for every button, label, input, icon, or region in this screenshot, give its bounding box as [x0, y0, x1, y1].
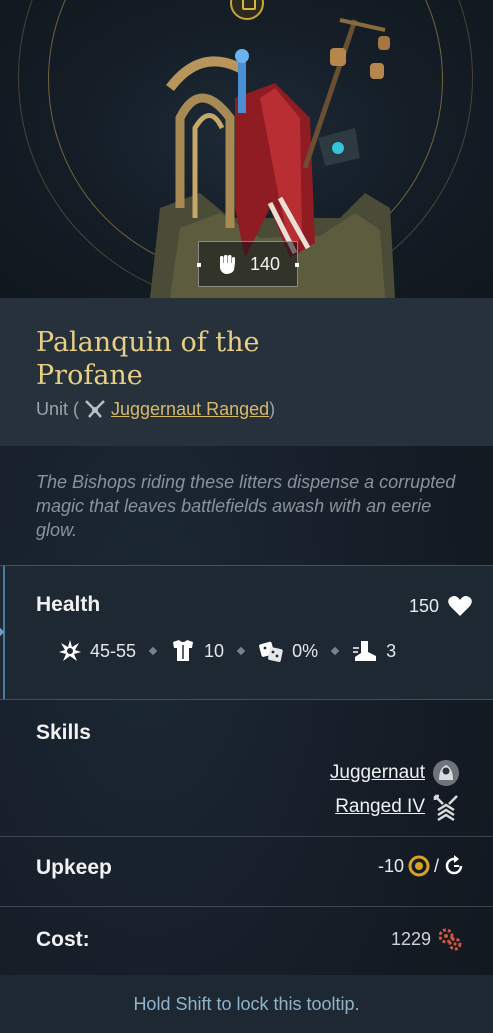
damage-burst-icon: [59, 640, 81, 661]
divider: [0, 906, 493, 907]
stats-section: Health 150 45-55 10 0% 3: [0, 565, 493, 700]
stat-separator: [330, 646, 340, 656]
tooltip-hint: Hold Shift to lock this tooltip.: [0, 975, 493, 1033]
stat-separator: [236, 646, 246, 656]
skill-ranged[interactable]: Ranged IV: [335, 792, 461, 822]
unit-type-prefix: Unit (: [36, 398, 80, 419]
juggernaut-ranged-icon: [85, 400, 105, 418]
skills-label: Skills: [36, 721, 91, 744]
damage-value: 45-55: [90, 640, 137, 661]
production-gears-icon: [438, 928, 462, 951]
gold-coin-icon: [408, 855, 430, 877]
power-badge: 140: [197, 241, 299, 287]
badge-corner: [295, 263, 299, 267]
damage-stat[interactable]: 45-55: [58, 639, 136, 663]
heart-icon: [448, 596, 472, 616]
stat-row: 45-55 10 0% 3: [58, 638, 396, 664]
juggernaut-icon: [433, 760, 459, 786]
movement-value: 3: [386, 640, 397, 661]
badge-corner: [197, 263, 201, 267]
upkeep-value: -10 /: [378, 855, 465, 877]
ranged-icon: [433, 794, 458, 822]
cost-value: 1229: [391, 927, 463, 951]
movement-stat[interactable]: 3: [352, 639, 396, 663]
health-number: 150: [408, 595, 439, 616]
stat-separator: [148, 646, 158, 656]
flavor-text: The Bishops riding these litters dispens…: [36, 472, 456, 540]
unit-tooltip: 140 Palanquin of the Profane Unit ( Jugg…: [0, 0, 493, 1033]
power-value: 140: [249, 253, 281, 274]
skill-juggernaut[interactable]: Juggernaut: [330, 758, 461, 788]
unit-type: Unit ( Juggernaut Ranged ): [36, 397, 275, 421]
boot-icon: [353, 641, 377, 661]
dice-icon: [259, 641, 283, 662]
cost-label: Cost:: [36, 928, 90, 951]
divider: [0, 836, 493, 837]
unit-class-link[interactable]: Juggernaut Ranged: [111, 399, 269, 420]
cost-number: 1229: [390, 928, 431, 949]
fist-icon: [219, 255, 235, 274]
per-turn-icon: [445, 855, 463, 875]
unit-name: Palanquin of the Profane: [36, 327, 260, 391]
defense-stat[interactable]: 10: [170, 639, 224, 663]
health-label: Health: [36, 593, 101, 616]
unit-portrait: 140: [0, 0, 493, 298]
skill-name: Juggernaut: [329, 762, 425, 783]
health-value: 150: [409, 594, 473, 618]
defense-value: 10: [204, 640, 225, 661]
status-chance-value: 0%: [292, 640, 319, 661]
title-block: Palanquin of the Profane Unit ( Juggerna…: [0, 298, 493, 446]
unit-type-suffix: ): [269, 398, 276, 419]
upkeep-separator: /: [433, 855, 439, 876]
armor-icon: [173, 640, 194, 661]
section-edge-marker: [0, 566, 5, 699]
upkeep-label: Upkeep: [36, 856, 112, 879]
status-chance-stat[interactable]: 0%: [258, 638, 318, 664]
skill-name: Ranged IV: [335, 796, 425, 817]
upkeep-number: -10: [377, 855, 404, 876]
